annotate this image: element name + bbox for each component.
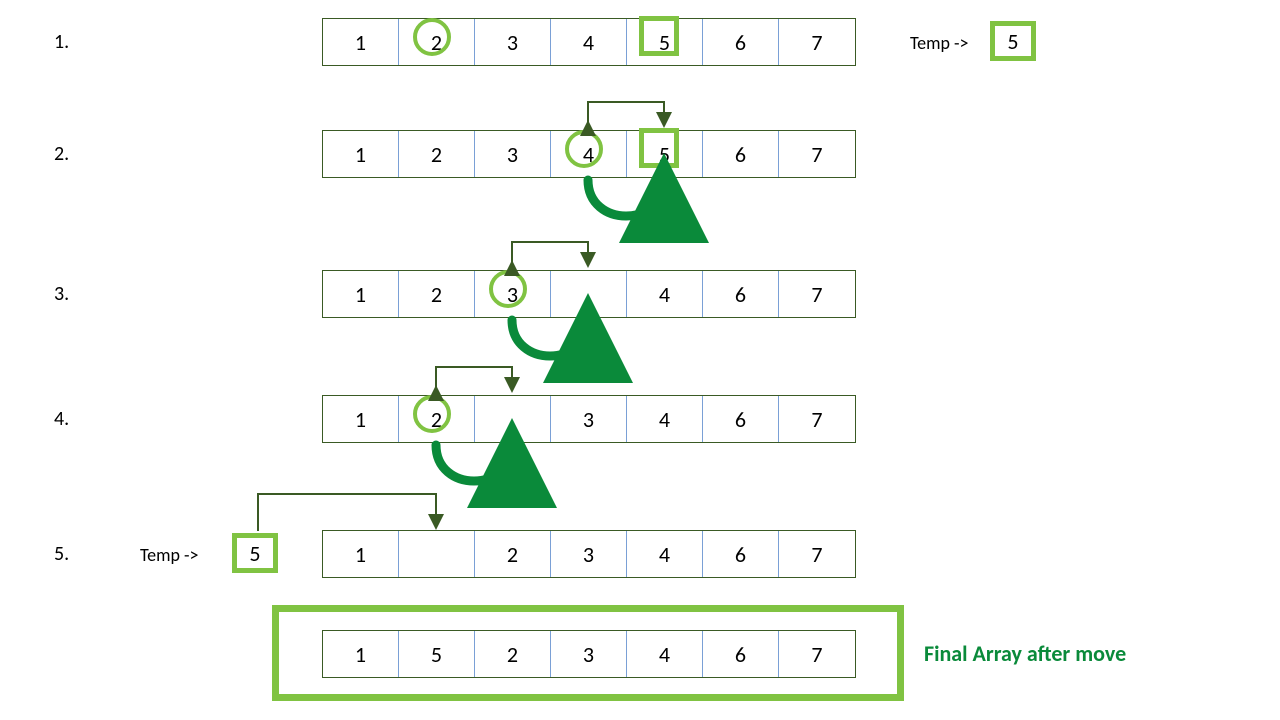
array-cell: 2 <box>399 131 475 177</box>
array-cell: 3 <box>475 271 551 317</box>
array-cell: 4 <box>627 631 703 677</box>
array-step-4: 12 3467 <box>322 395 856 443</box>
array-cell: 7 <box>779 131 855 177</box>
array-cell: 6 <box>703 396 779 442</box>
step-label-5: 5. <box>54 542 69 566</box>
temp-value-top: 5 <box>990 21 1036 61</box>
array-cell: 5 <box>399 631 475 677</box>
final-label: Final Array after move <box>924 640 1126 667</box>
array-cell: 3 <box>551 631 627 677</box>
array-cell: 2 <box>475 531 551 577</box>
array-cell: 7 <box>779 19 855 65</box>
step-label-2: 2. <box>54 142 69 166</box>
array-cell: 6 <box>703 271 779 317</box>
array-cell: 4 <box>627 271 703 317</box>
temp-label-top: Temp -> <box>910 32 969 54</box>
array-cell: 1 <box>323 131 399 177</box>
array-cell: 7 <box>779 396 855 442</box>
array-cell: 2 <box>475 631 551 677</box>
step-label-3: 3. <box>54 282 69 306</box>
array-cell: 3 <box>551 396 627 442</box>
array-cell: 4 <box>627 531 703 577</box>
temp-value-bottom: 5 <box>232 533 278 573</box>
array-cell: 7 <box>779 271 855 317</box>
array-step-2: 1234567 <box>322 130 856 178</box>
array-cell: 7 <box>779 531 855 577</box>
array-cell: 1 <box>323 271 399 317</box>
step-label-1: 1. <box>54 30 69 54</box>
array-cell <box>399 531 475 577</box>
array-cell: 1 <box>323 531 399 577</box>
temp-label-bottom: Temp -> <box>140 544 199 566</box>
array-cell: 6 <box>703 19 779 65</box>
array-step-1: 1234567 <box>322 18 856 66</box>
array-cell: 1 <box>323 631 399 677</box>
step-label-4: 4. <box>54 407 69 431</box>
array-cell <box>475 396 551 442</box>
array-cell: 5 <box>627 19 703 65</box>
array-cell: 6 <box>703 631 779 677</box>
array-cell: 2 <box>399 19 475 65</box>
array-cell: 1 <box>323 396 399 442</box>
array-final: 1523467 <box>322 630 856 678</box>
array-cell: 4 <box>627 396 703 442</box>
array-cell: 2 <box>399 396 475 442</box>
array-cell: 6 <box>703 531 779 577</box>
array-cell: 3 <box>475 131 551 177</box>
array-cell: 5 <box>627 131 703 177</box>
array-cell: 4 <box>551 131 627 177</box>
array-cell: 3 <box>551 531 627 577</box>
array-cell: 4 <box>551 19 627 65</box>
array-cell: 2 <box>399 271 475 317</box>
array-cell: 1 <box>323 19 399 65</box>
array-cell: 6 <box>703 131 779 177</box>
array-step-3: 123 467 <box>322 270 856 318</box>
array-step-5: 1 23467 <box>322 530 856 578</box>
array-cell: 7 <box>779 631 855 677</box>
array-cell <box>551 271 627 317</box>
array-cell: 3 <box>475 19 551 65</box>
